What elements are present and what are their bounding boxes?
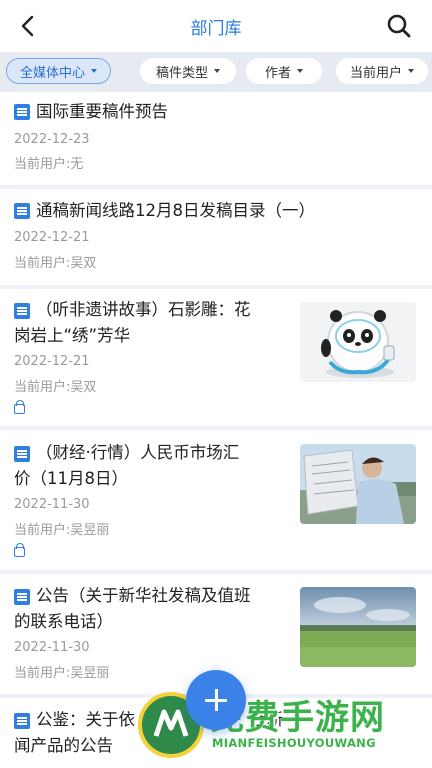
document-icon — [14, 713, 30, 729]
article-title-line-1: （听非遗讲故事）石影雕：花 — [36, 300, 251, 319]
caret-down-icon — [214, 69, 220, 73]
filter-manuscript-type[interactable]: 稿件类型 — [140, 58, 236, 84]
article-current-user: 当前用户:吴双 — [14, 256, 97, 271]
article-date: 2022-11-30 — [14, 640, 90, 655]
article-title-line-1: （财经·行情）人民币市场汇 — [36, 443, 240, 462]
document-icon — [14, 203, 30, 219]
filter-current-user[interactable]: 当前用户 — [336, 58, 428, 84]
caret-down-icon — [408, 69, 414, 73]
article-current-user: 当前用户:吴双 — [14, 380, 97, 395]
lock-icon — [14, 400, 25, 414]
document-icon — [14, 104, 30, 120]
article-current-user: 当前用户:吴昱丽 — [14, 666, 110, 681]
document-icon — [14, 446, 30, 462]
filter-label: 当前用户 — [349, 65, 402, 81]
list-item[interactable]: （财经·行情）人民币市场汇 价（11月8日） 2022-11-30 当前用户:吴… — [0, 430, 432, 570]
article-title: 国际重要稿件预告 — [36, 102, 168, 121]
watermark: 免费手游网 MIANFEISHOUYOUWANG — [138, 688, 432, 768]
filter-label: 作者 — [264, 65, 291, 81]
article-title-line-2: 的联系电话） — [14, 612, 113, 631]
grass-field-image — [300, 587, 416, 667]
list-item[interactable]: （听非遗讲故事）石影雕：花 岗岩上“绣”芳华 2022-12-21 当前用户:吴… — [0, 289, 432, 426]
document-icon — [14, 303, 30, 319]
add-button[interactable] — [186, 670, 246, 730]
filter-label: 全媒体中心 — [19, 65, 85, 81]
list-item[interactable]: 通稿新闻线路12月8日发稿目录（一） 2022-12-21 当前用户:吴双 — [0, 189, 432, 285]
plus-icon-vertical — [214, 689, 218, 711]
page-title: 部门库 — [190, 19, 242, 39]
filter-label: 稿件类型 — [155, 65, 208, 81]
filter-media-center[interactable]: 全媒体中心 — [6, 58, 111, 84]
article-title-line-2: 闻产品的公告 — [14, 736, 113, 755]
document-icon — [14, 589, 30, 605]
article-date: 2022-11-30 — [14, 497, 90, 512]
article-date: 2022-12-21 — [14, 230, 90, 245]
app-screen: 部门库 全媒体中心 稿件类型 作者 当前用户 国际重要稿件预告 2022-12-… — [0, 0, 432, 768]
lock-icon — [14, 543, 25, 557]
list-item[interactable]: 国际重要稿件预告 2022-12-23 当前用户:无 — [0, 92, 432, 185]
article-title-line-1: 公告（关于新华社发稿及值班 — [36, 586, 251, 605]
panda-mascot-image — [300, 302, 416, 382]
article-title-line-2: 岗岩上“绣”芳华 — [14, 326, 131, 345]
watermark-subtext: MIANFEISHOUYOUWANG — [212, 736, 376, 750]
search-icon — [387, 14, 411, 38]
article-current-user: 当前用户:吴昱丽 — [14, 523, 110, 538]
article-date: 2022-12-23 — [14, 132, 90, 147]
search-button[interactable] — [384, 11, 414, 41]
article-date: 2022-12-21 — [14, 354, 90, 369]
caret-down-icon — [297, 69, 303, 73]
caret-down-icon — [91, 69, 97, 73]
article-title-line-2: 价（11月8日） — [14, 469, 128, 488]
article-current-user: 当前用户:无 — [14, 157, 84, 172]
article-title-line-1: 公鉴：关于依 — [36, 710, 135, 729]
top-bar: 部门库 — [0, 0, 432, 52]
filter-author[interactable]: 作者 — [246, 58, 322, 84]
article-title: 通稿新闻线路12月8日发稿目录（一） — [36, 201, 315, 220]
filter-bar: 全媒体中心 稿件类型 作者 当前用户 — [0, 52, 432, 92]
man-reading-newspaper-image — [300, 444, 416, 524]
